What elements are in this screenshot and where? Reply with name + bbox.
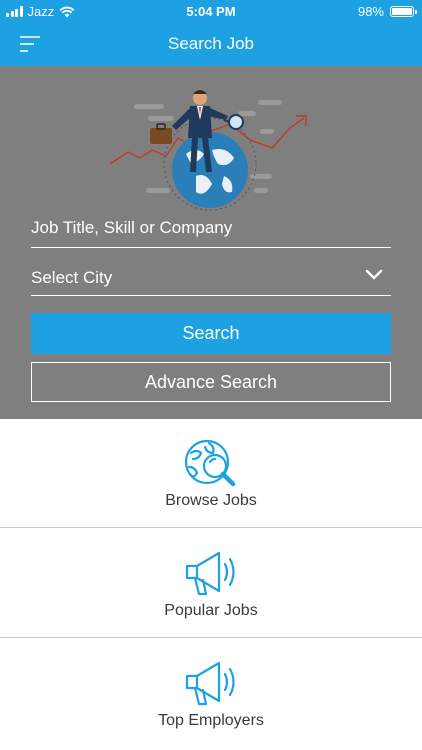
top-employers-item[interactable]: Top Employers (0, 639, 422, 748)
search-button[interactable]: Search (31, 313, 391, 354)
city-select[interactable]: Select City (31, 256, 391, 296)
top-employers-label: Top Employers (158, 712, 264, 729)
page-title: Search Job (168, 34, 254, 53)
nav-bar: Search Job (0, 22, 422, 66)
battery-icon (390, 6, 417, 17)
status-bar: Jazz 5:04 PM 98% (0, 0, 422, 22)
job-search-illustration (109, 90, 307, 211)
city-select-value: Select City (31, 268, 113, 287)
job-search-field[interactable] (31, 208, 391, 248)
search-panel: Select City Search Advance Search (0, 66, 422, 419)
popular-jobs-item[interactable]: Popular Jobs (0, 529, 422, 638)
popular-jobs-label: Popular Jobs (164, 602, 258, 619)
globe-search-icon (184, 439, 236, 487)
battery-percent: 98% (357, 4, 384, 19)
chevron-down-icon (365, 269, 383, 280)
battery-fill (392, 8, 412, 15)
browse-jobs-item[interactable]: Browse Jobs (0, 419, 422, 528)
job-search-input[interactable] (31, 208, 391, 247)
advance-search-button[interactable]: Advance Search (31, 362, 391, 402)
status-right: 98% (357, 4, 417, 19)
browse-jobs-label: Browse Jobs (165, 492, 257, 509)
megaphone-icon (185, 661, 235, 706)
megaphone-icon (185, 551, 235, 596)
